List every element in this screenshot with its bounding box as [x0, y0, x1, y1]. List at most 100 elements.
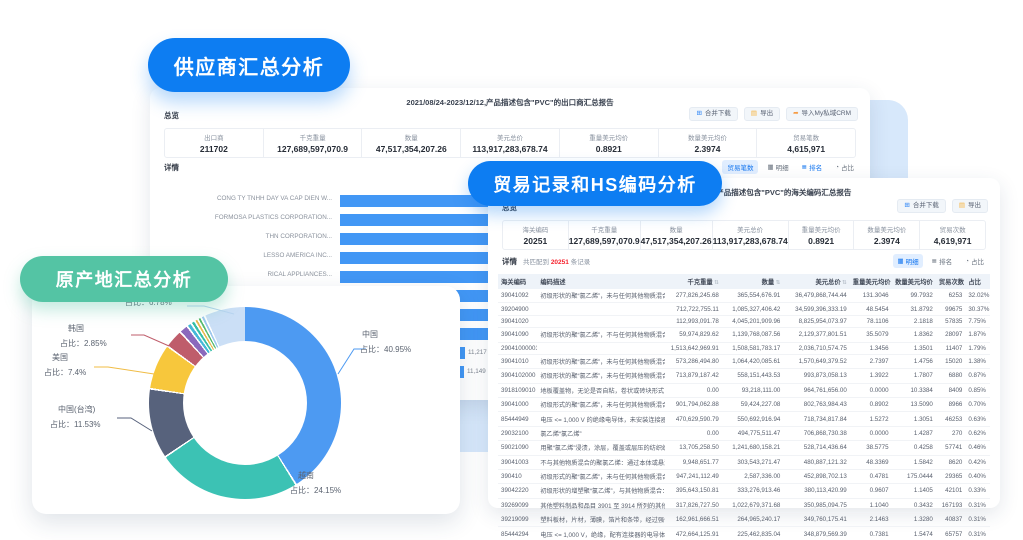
import-crm-button[interactable]: ➦ 导入My私域CRM	[786, 107, 858, 121]
summary-stat-value: 127,689,597,070.9	[568, 236, 640, 246]
table-cell: 1.7807	[891, 368, 936, 384]
table-row[interactable]: 39041020 112,993,091.78 4,045,201,909.96 8,…	[498, 315, 990, 329]
table-row[interactable]: 3904102000初级形状的聚“氯乙烯”，未与任何其他物质混合：悬浮级 PVC…	[498, 368, 990, 384]
table-row[interactable]: 39219099塑料板材，片材，薄膜，箔片和条带，经过强化，层压，支撑或与其他.…	[498, 512, 990, 528]
table-row[interactable]: 39041010初级形状的聚“氯乙烯”，未与任何其他物质混合：乳液级 PVC 树…	[498, 354, 990, 370]
metric-chip-1[interactable]: 贸易笔数	[722, 160, 759, 174]
table-cell: 36,479,868,744.44	[783, 289, 850, 304]
column-header-2[interactable]: 千克重量 ⇅	[665, 274, 722, 289]
table-row[interactable]: 39041000初级形式的聚“氯乙烯”，未与任何其他物质混合 + 未指明浓缩份量…	[498, 397, 990, 413]
view-toggle-明细[interactable]: ▦ 明细	[763, 160, 792, 174]
bar-category-label: CONG TY TNHH DAY VA CAP DIEN W...	[216, 195, 332, 202]
table-cell: 28097	[935, 327, 966, 343]
table-row[interactable]: 390410初级形式的聚“氯乙烯”，未与任何其他物质混合 + 未指明本级份量 +…	[498, 469, 990, 485]
column-header-4[interactable]: 美元总价 ⇅	[783, 274, 850, 289]
download-icon: ⊞	[904, 201, 910, 209]
summary-stat: 美元总价 113,917,283,678.74	[460, 129, 559, 157]
table-cell: 0.4781	[849, 469, 892, 485]
summary-stat-value: 113,917,283,678.74	[712, 236, 788, 246]
table-cell: 2,036,710,574.75	[783, 342, 850, 355]
toggle-icon: ◔	[965, 257, 969, 265]
view-toggle-占比[interactable]: ◔ 占比	[831, 160, 858, 174]
summary-stats-row: 海关编码 20251 千克重量 127,689,597,070.9 数量 47,517,3…	[502, 220, 986, 250]
table-cell: 558,151,443.53	[721, 368, 784, 384]
summary-stat-value: 2.3974	[873, 236, 900, 246]
table-cell: 电压 <= 1,000 V，绝缘，配有连接器的电导体，其他：电压不超过 1..	[537, 526, 666, 540]
badge-supplier-analysis: 供应商汇总分析	[148, 38, 350, 92]
button-label: 导入My私域CRM	[801, 110, 851, 117]
table-row[interactable]: 85444949电压 <= 1,000 V 的绝缘电导体，未安装连接器，其他绝缘…	[498, 411, 990, 427]
sort-icon[interactable]: ⇅	[774, 280, 781, 286]
table-cell: 452,898,702.13	[783, 469, 850, 485]
table-row[interactable]: 59021090用聚“氯乙烯”浸渍，涂层，覆盖或层压的纺织织物（不包括用聚“氯乙…	[498, 440, 990, 456]
table-cell: 528,714,436.64	[783, 440, 850, 456]
sort-icon[interactable]: ⇅	[713, 280, 719, 286]
detail-label: 详情	[502, 256, 517, 266]
table-cell: 39041092	[498, 289, 538, 304]
table-cell: 10.3384	[891, 383, 936, 399]
table-cell: 1,064,420,085.61	[721, 354, 784, 370]
summary-stat-label: 重量美元均价	[801, 227, 841, 234]
table-cell: 地板覆盖物，无论是否自粘，卷状或砖块形式，以及墙壁或天花板覆盖..	[537, 383, 666, 399]
table-cell: 0.31%	[965, 526, 990, 540]
view-toggle-排名[interactable]: ≣ 排名	[928, 254, 956, 268]
table-cell: 0.0000	[849, 426, 892, 442]
summary-stat-label: 出口商	[204, 135, 224, 142]
toggle-icon: ▦	[767, 164, 774, 171]
table-cell: 1,508,581,783.17	[721, 342, 784, 355]
table-cell: 395,643,150.81	[665, 483, 722, 499]
dashboard-screenshot: 2021/08/24-2023/12/12,产品描述包含"PVC"的出口商汇总报…	[0, 0, 1023, 540]
table-cell: 39041090	[498, 327, 538, 343]
view-toggle-占比[interactable]: ◔ 占比	[961, 254, 988, 268]
table-cell: 48.5454	[849, 302, 892, 316]
column-header-7[interactable]: 贸易次数 ⇅	[935, 274, 966, 289]
table-row[interactable]: 85444294电压 <= 1,000 V，绝缘，配有连接器的电导体，其他：电压…	[498, 526, 990, 540]
summary-stat-label: 重量美元均价	[589, 135, 629, 142]
export-icon: ▤	[958, 201, 965, 209]
export-icon: ▤	[750, 109, 758, 117]
table-row[interactable]: 39041090初级形状的聚“氯乙烯”，不与任何其他物质混合：其他等（氯乙烯）.…	[498, 327, 990, 343]
table-cell: 0.8902	[849, 397, 892, 413]
merge-download-button[interactable]: ⊞ 合并下载	[897, 199, 946, 213]
sort-icon[interactable]: ⇅	[841, 280, 847, 286]
table-cell	[537, 342, 666, 355]
table-cell: 93,218,111.00	[721, 383, 784, 399]
summary-stat-value: 4,619,971	[933, 236, 972, 246]
column-header-3[interactable]: 数量 ⇅	[721, 274, 784, 289]
table-cell: 34,599,396,333.19	[783, 302, 850, 316]
summary-stat: 重量美元均价 0.8921	[787, 221, 854, 249]
table-cell: 31.8792	[891, 302, 936, 316]
summary-stat-value: 47,517,354,207.26	[640, 236, 712, 246]
table-row[interactable]: 39204900 712,722,755.11 1,085,327,406.42 34…	[498, 302, 990, 316]
table-cell: 365,554,676.91	[721, 289, 784, 304]
table-cell: 0.0000	[849, 383, 892, 399]
export-button[interactable]: ▤ 导出	[951, 199, 988, 213]
view-toggle-排名[interactable]: ≣ 排名	[798, 160, 826, 174]
table-row[interactable]: 290410000019 1,513,642,969.911,508,581,78…	[498, 342, 990, 355]
table-cell: 11407	[935, 342, 966, 355]
table-row[interactable]: 39041003不与其他物质混合的聚氯乙烯：通过本体或悬浮聚合工艺获得的聚氯乙.…	[498, 455, 990, 470]
table-cell: 2.1463	[849, 512, 892, 528]
table-cell: 348,879,569.39	[783, 526, 850, 540]
export-button[interactable]: ▤ 导出	[743, 107, 781, 121]
table-row[interactable]: 3918109010地板覆盖物，无论是否自粘，卷状或砖块形式，以及墙壁或天花板覆…	[498, 383, 990, 399]
table-row[interactable]: 29032100 氯乙烯“氯乙烯” 0.00 494,775,511.47 706,86…	[498, 426, 990, 442]
table-cell: 712,722,755.11	[665, 302, 722, 316]
summary-stat-label: 数量美元均价	[867, 227, 907, 234]
summary-stat: 出口商 211702	[165, 129, 263, 157]
table-cell: 39041000	[498, 397, 538, 413]
table-row[interactable]: 39042220初级形状的增塑聚“氯乙烯”，与其他物质混合：颗粒395,643,…	[498, 483, 990, 499]
panel2-toolbar: ⊞ 合并下载 ▤ 导出	[897, 199, 988, 213]
view-toggle-明细[interactable]: ▦ 明细	[893, 254, 923, 268]
sort-icon[interactable]: ⇅	[964, 280, 965, 286]
summary-stat-value: 47,517,354,207.26	[375, 144, 447, 154]
table-cell: 1.3051	[891, 411, 936, 427]
table-cell: 8,825,954,073.97	[783, 315, 850, 329]
badge-origin-analysis: 原产地汇总分析	[20, 256, 228, 302]
table-cell: 317,826,727.50	[665, 498, 722, 514]
table-cell: 290410000019	[498, 342, 538, 355]
table-cell: 初级形状的聚“氯乙烯”，不与任何其他物质混合：其他等（氯乙烯）...	[537, 327, 666, 343]
table-row[interactable]: 39269099其他塑料制品和品目 3901 至 3914 所列的其他材料制品（…	[498, 498, 990, 514]
table-row[interactable]: 39041092初级形状的聚“氯乙烯”，未与任何其他物质混合：其他：粉末277,…	[498, 289, 990, 304]
merge-download-button[interactable]: ⊞ 合并下载	[689, 107, 738, 121]
